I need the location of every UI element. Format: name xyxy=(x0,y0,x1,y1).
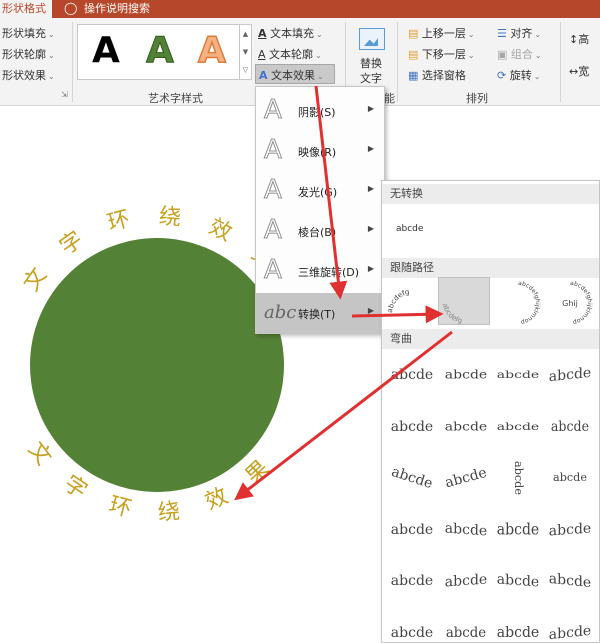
arrow-to-arch-option xyxy=(351,305,444,324)
arrow-to-result xyxy=(234,330,453,501)
annotation-arrows xyxy=(234,85,453,501)
arrow-to-transform xyxy=(314,85,348,300)
app-window: 形状格式 ◯ 操作说明搜索 形状填充 ⌄ 形状轮廓 ⌄ 形状效果 ⌄ ⇲ A A A … xyxy=(0,0,600,643)
